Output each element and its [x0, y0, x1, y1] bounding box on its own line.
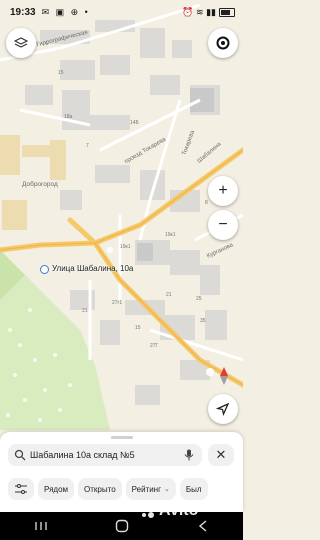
battery-icon: [219, 7, 235, 17]
layers-icon: [14, 37, 28, 48]
compass-icon: [220, 367, 228, 385]
status-bar: 19:33 ✉ ▣ ⊕ • ⏰ ≋ ▮▮: [0, 0, 243, 24]
location-pin-icon[interactable]: [40, 265, 49, 274]
sheet-grabber[interactable]: [111, 436, 133, 439]
house-number: 7: [86, 143, 89, 149]
zoom-out-button[interactable]: −: [208, 210, 238, 240]
house-number: 15: [58, 70, 64, 76]
alice-assistant-button[interactable]: [208, 28, 238, 58]
search-icon: [14, 449, 26, 461]
recent-apps-button[interactable]: [21, 521, 61, 531]
house-number: 14Б: [130, 120, 139, 126]
home-button[interactable]: [102, 519, 142, 533]
compass-button[interactable]: [212, 364, 236, 388]
chip-rating[interactable]: Рейтинг ⌄: [125, 478, 176, 500]
filters-button[interactable]: [8, 478, 34, 500]
my-location-button[interactable]: [208, 394, 238, 424]
status-icons-left: ✉ ▣ ⊕ •: [41, 6, 90, 17]
back-icon: [198, 520, 206, 532]
zoom-in-button[interactable]: +: [208, 176, 238, 206]
chip-nearby[interactable]: Рядом: [38, 478, 75, 500]
plus-icon: +: [218, 182, 228, 199]
assistant-icon: [216, 36, 230, 50]
microphone-icon[interactable]: [184, 449, 194, 461]
filter-chips: Рядом Открыто Рейтинг ⌄ Был: [8, 478, 208, 500]
house-number: 8: [205, 200, 208, 206]
status-time: 19:33: [10, 6, 36, 18]
chevron-down-icon: ⌄: [164, 486, 170, 493]
district-label-dobrogorod: Доброгород: [22, 181, 58, 188]
minus-icon: −: [218, 216, 228, 233]
layers-button[interactable]: [6, 28, 36, 58]
house-number: 27г1: [112, 300, 123, 306]
navigation-arrow-icon: [216, 402, 230, 416]
house-number: 19к1: [165, 232, 176, 238]
map-view[interactable]: Гидрографическая проезд Токарева Токарев…: [0, 0, 243, 430]
chip-visited[interactable]: Был: [179, 478, 208, 500]
watermark-text: Avito: [159, 502, 199, 519]
house-number: 21: [82, 308, 88, 314]
house-number: 19к1: [120, 244, 131, 250]
back-button[interactable]: [183, 520, 223, 532]
close-icon: ✕: [215, 447, 227, 462]
system-navigation-bar: [0, 512, 243, 540]
avito-logo-icon: [140, 504, 154, 518]
avito-watermark: Avito: [138, 502, 198, 520]
close-search-button[interactable]: ✕: [208, 444, 234, 466]
search-query-text[interactable]: Шабалина 10а склад №5: [30, 450, 184, 460]
house-number: 35: [200, 318, 206, 324]
map-canvas[interactable]: [0, 0, 243, 430]
status-icons-right: ⏰ ≋ ▮▮: [182, 7, 235, 18]
chip-open-now[interactable]: Открыто: [78, 478, 122, 500]
chip-rating-label: Рейтинг: [131, 484, 162, 494]
house-number: 27Г: [150, 343, 159, 349]
home-icon: [115, 519, 128, 533]
recent-apps-icon: [34, 522, 47, 530]
pin-address-label: Улица Шабалина, 10а: [52, 264, 134, 273]
search-bar[interactable]: Шабалина 10а склад №5: [8, 444, 202, 466]
status-icons-right-text: ⏰ ≋ ▮▮: [182, 6, 216, 17]
house-number: 21: [166, 292, 172, 298]
filter-sliders-icon: [15, 484, 27, 494]
house-number: 15: [135, 325, 141, 331]
house-number: 18а: [64, 114, 73, 120]
house-number: 25: [196, 296, 202, 302]
search-bottom-sheet[interactable]: Шабалина 10а склад №5 ✕ Рядом Открыто Ре…: [0, 432, 243, 512]
